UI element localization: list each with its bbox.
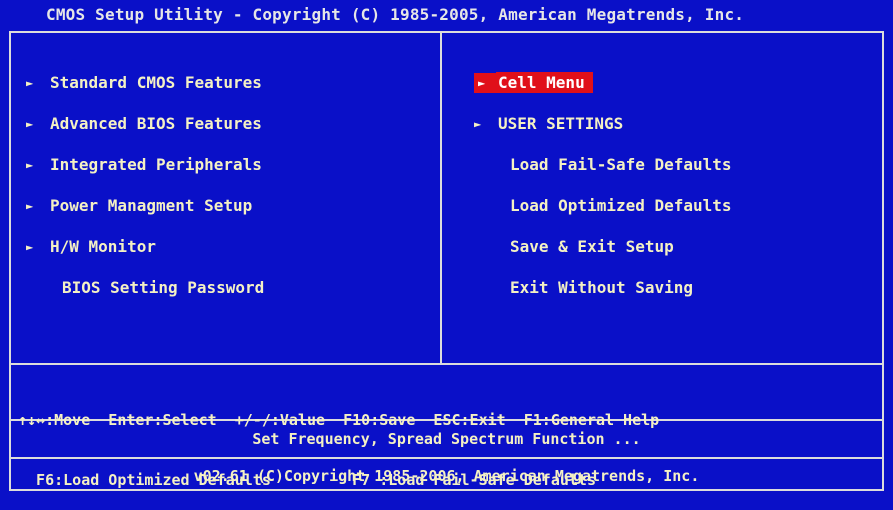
menu-item-label: Exit Without Saving	[510, 278, 694, 297]
menu-item-load-optimized[interactable]: Load Optimized Defaults	[474, 185, 732, 226]
left-menu: ► Standard CMOS Features ► Advanced BIOS…	[26, 62, 264, 308]
submenu-arrow-icon: ►	[26, 157, 34, 172]
menu-item-load-fail-safe[interactable]: Load Fail-Safe Defaults	[474, 144, 732, 185]
menu-item-standard-cmos[interactable]: ► Standard CMOS Features	[26, 62, 264, 103]
menu-item-advanced-bios[interactable]: ► Advanced BIOS Features	[26, 103, 264, 144]
menu-item-label: Advanced BIOS Features	[50, 114, 262, 133]
menu-item-save-exit[interactable]: Save & Exit Setup	[474, 226, 732, 267]
bios-title-bar: CMOS Setup Utility - Copyright (C) 1985-…	[0, 0, 893, 30]
menu-item-label: Load Fail-Safe Defaults	[510, 155, 732, 174]
menu-item-hw-monitor[interactable]: ► H/W Monitor	[26, 226, 264, 267]
menu-item-label: Save & Exit Setup	[510, 237, 674, 256]
menu-item-label: BIOS Setting Password	[62, 278, 265, 297]
submenu-arrow-icon: ►	[26, 75, 34, 90]
submenu-arrow-icon: ►	[26, 116, 34, 131]
submenu-arrow-icon: ►	[26, 198, 34, 213]
menu-item-user-settings[interactable]: ► USER SETTINGS	[474, 103, 732, 144]
menu-item-exit-without-saving[interactable]: Exit Without Saving	[474, 267, 732, 308]
submenu-arrow-icon: ►	[474, 72, 496, 93]
item-description: Set Frequency, Spread Spectrum Function …	[252, 430, 641, 448]
column-divider	[440, 31, 442, 365]
submenu-arrow-icon: ►	[26, 239, 34, 254]
submenu-arrow-icon: ►	[474, 116, 482, 131]
menu-item-label: H/W Monitor	[50, 237, 156, 256]
copyright-footer: v02.61 (C)Copyright 1985-2006, American …	[193, 467, 700, 485]
menu-item-label: Power Managment Setup	[50, 196, 253, 215]
menu-item-label: Standard CMOS Features	[50, 73, 262, 92]
menu-item-label: Load Optimized Defaults	[510, 196, 732, 215]
menu-item-label: Integrated Peripherals	[50, 155, 262, 174]
menu-item-integrated-peripherals[interactable]: ► Integrated Peripherals	[26, 144, 264, 185]
right-menu: ► Cell Menu ► USER SETTINGS Load Fail-Sa…	[474, 62, 732, 308]
divider-menu-keys	[9, 363, 884, 365]
menu-item-label: Cell Menu	[496, 72, 593, 93]
menu-item-bios-password[interactable]: BIOS Setting Password	[26, 267, 264, 308]
menu-item-label: USER SETTINGS	[498, 114, 624, 133]
menu-item-power-management[interactable]: ► Power Managment Setup	[26, 185, 264, 226]
menu-item-cell-menu[interactable]: ► Cell Menu	[474, 62, 732, 103]
